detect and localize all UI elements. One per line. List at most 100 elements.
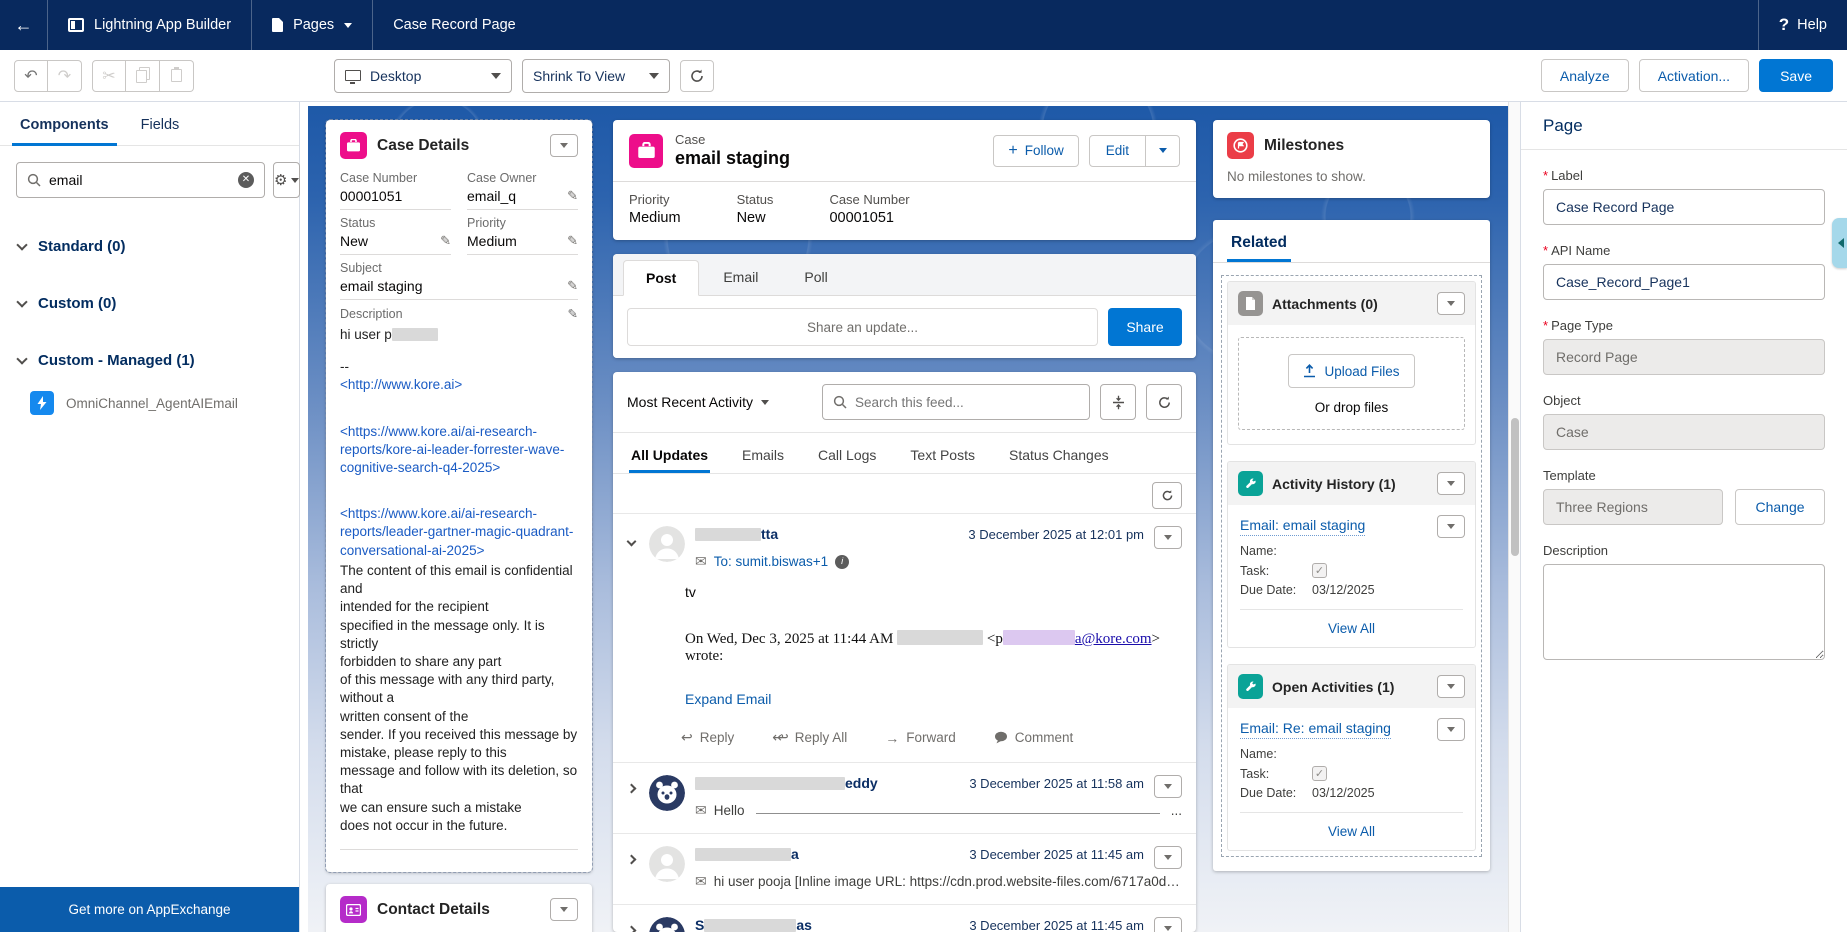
collapse-panel-button[interactable]	[1832, 218, 1847, 268]
change-template-button[interactable]: Change	[1735, 489, 1825, 525]
share-update-input[interactable]	[627, 308, 1098, 346]
component-omnichannel-agentaiemail[interactable]: OmniChannel_AgentAIEmail	[0, 391, 299, 415]
filter-status-changes[interactable]: Status Changes	[1007, 439, 1111, 473]
filter-emails[interactable]: Emails	[740, 439, 786, 473]
feed-item-menu-button[interactable]	[1154, 775, 1182, 798]
section-standard[interactable]: Standard (0)	[0, 238, 299, 255]
forward-button[interactable]: →Forward	[885, 729, 956, 746]
tab-related[interactable]: Related	[1231, 234, 1287, 262]
edit-pencil-icon[interactable]: ✎	[568, 306, 578, 323]
collapse-all-button[interactable]	[1100, 384, 1136, 420]
row-menu-button[interactable]	[1437, 515, 1465, 538]
publisher-component[interactable]: Post Email Poll Share	[613, 254, 1196, 358]
feed-sort-dropdown[interactable]: Most Recent Activity	[627, 394, 769, 410]
canvas-scrollbar[interactable]	[1508, 102, 1520, 932]
cut-button[interactable]: ✂	[92, 60, 126, 92]
kore-link[interactable]: <http://www.kore.ai>	[340, 377, 462, 392]
activation-button[interactable]: Activation...	[1639, 59, 1749, 92]
section-custom-managed[interactable]: Custom - Managed (1)	[0, 352, 299, 369]
expand-email-link[interactable]: Expand Email	[685, 691, 771, 707]
file-drop-zone[interactable]: Upload Files Or drop files	[1238, 337, 1465, 430]
gartner-report-link[interactable]: <https://www.kore.ai/ai-research-reports…	[340, 506, 573, 557]
device-select[interactable]: Desktop	[334, 59, 512, 93]
zoom-select[interactable]: Shrink To View	[522, 59, 670, 93]
analyze-button[interactable]: Analyze	[1541, 59, 1629, 92]
component-menu-button[interactable]	[550, 134, 578, 157]
pages-dropdown[interactable]: Pages	[252, 0, 373, 50]
forrester-report-link[interactable]: <https://www.kore.ai/ai-research-reports…	[340, 424, 564, 475]
collapse-item-button[interactable]	[623, 536, 639, 545]
share-button[interactable]: Share	[1108, 308, 1182, 346]
feed-item-menu-button[interactable]	[1154, 917, 1182, 932]
clear-search-icon[interactable]: ✕	[238, 172, 254, 188]
feed-component[interactable]: Most Recent Activity	[613, 372, 1196, 932]
feed-list-refresh-button[interactable]	[1152, 482, 1182, 509]
info-icon[interactable]: i	[835, 555, 849, 569]
label-input[interactable]	[1543, 189, 1825, 225]
activity-link[interactable]: Email: Re: email staging	[1240, 720, 1391, 739]
feed-author-link[interactable]: tta	[695, 526, 778, 542]
comment-button[interactable]: Comment	[994, 729, 1074, 746]
paste-button[interactable]	[160, 60, 194, 92]
upload-files-button[interactable]: Upload Files	[1288, 354, 1414, 388]
app-builder-menu[interactable]: Lightning App Builder	[48, 0, 252, 50]
component-search-input[interactable]	[49, 172, 230, 188]
feed-author-link[interactable]: eddy	[695, 775, 878, 791]
feed-search-input[interactable]	[855, 395, 1079, 410]
recipients-link[interactable]: To: sumit.biswas+1	[714, 554, 828, 569]
view-all-link[interactable]: View All	[1240, 609, 1463, 647]
contact-details-component[interactable]: Contact Details Link a related record.	[326, 884, 592, 932]
section-custom[interactable]: Custom (0)	[0, 295, 299, 312]
edit-dropdown-button[interactable]	[1145, 136, 1179, 166]
component-menu-button[interactable]	[550, 898, 578, 921]
api-name-input[interactable]	[1543, 264, 1825, 300]
reply-button[interactable]: ↩Reply	[681, 729, 734, 746]
tab-poll[interactable]: Poll	[782, 260, 849, 295]
expand-item-button[interactable]	[623, 785, 639, 792]
card-menu-button[interactable]	[1437, 292, 1465, 315]
reply-all-button[interactable]: ↩↩Reply All	[772, 729, 847, 746]
card-menu-button[interactable]	[1437, 472, 1465, 495]
component-search[interactable]: ✕	[16, 162, 265, 198]
save-button[interactable]: Save	[1759, 59, 1833, 92]
feed-refresh-button[interactable]	[1146, 384, 1182, 420]
tab-components[interactable]: Components	[18, 117, 111, 145]
back-button[interactable]: ←	[0, 0, 48, 50]
filter-call-logs[interactable]: Call Logs	[816, 439, 878, 473]
email-address-link[interactable]: a@kore.com	[1075, 631, 1152, 647]
undo-button[interactable]: ↶	[14, 60, 48, 92]
case-details-component[interactable]: Case Details Case Number 00001051 Case O…	[326, 120, 592, 872]
edit-pencil-icon[interactable]: ✎	[567, 278, 578, 294]
sidebar-settings-button[interactable]: ⚙	[273, 162, 300, 198]
tab-fields[interactable]: Fields	[139, 117, 182, 145]
feed-search[interactable]	[822, 384, 1090, 420]
tab-post[interactable]: Post	[623, 260, 699, 296]
expand-item-button[interactable]	[623, 856, 639, 863]
row-menu-button[interactable]	[1437, 718, 1465, 741]
scrollbar-thumb[interactable]	[1511, 418, 1519, 556]
feed-item-menu-button[interactable]	[1154, 846, 1182, 869]
help-button[interactable]: ? Help	[1758, 0, 1847, 50]
feed-author-link[interactable]: Sas	[695, 917, 812, 932]
feed-author-link[interactable]: a	[695, 846, 799, 862]
highlights-panel-component[interactable]: Case email staging + Follow Edit	[613, 120, 1196, 240]
copy-button[interactable]	[126, 60, 160, 92]
activity-link[interactable]: Email: email staging	[1240, 517, 1365, 536]
follow-button[interactable]: + Follow	[993, 135, 1078, 167]
filter-all-updates[interactable]: All Updates	[629, 439, 710, 473]
edit-button[interactable]: Edit	[1090, 136, 1145, 166]
tab-email[interactable]: Email	[701, 260, 780, 295]
description-textarea[interactable]	[1543, 564, 1825, 660]
feed-item-menu-button[interactable]	[1154, 526, 1182, 549]
milestones-component[interactable]: Milestones No milestones to show.	[1213, 120, 1490, 198]
edit-pencil-icon[interactable]: ✎	[440, 233, 451, 249]
redo-button[interactable]: ↷	[48, 60, 82, 92]
card-menu-button[interactable]	[1437, 675, 1465, 698]
edit-pencil-icon[interactable]: ✎	[567, 188, 578, 204]
view-all-link[interactable]: View All	[1240, 812, 1463, 850]
edit-pencil-icon[interactable]: ✎	[567, 233, 578, 249]
appexchange-button[interactable]: Get more on AppExchange	[0, 887, 299, 932]
expand-item-button[interactable]	[623, 927, 639, 932]
canvas-refresh-button[interactable]	[680, 60, 714, 92]
filter-text-posts[interactable]: Text Posts	[908, 439, 977, 473]
